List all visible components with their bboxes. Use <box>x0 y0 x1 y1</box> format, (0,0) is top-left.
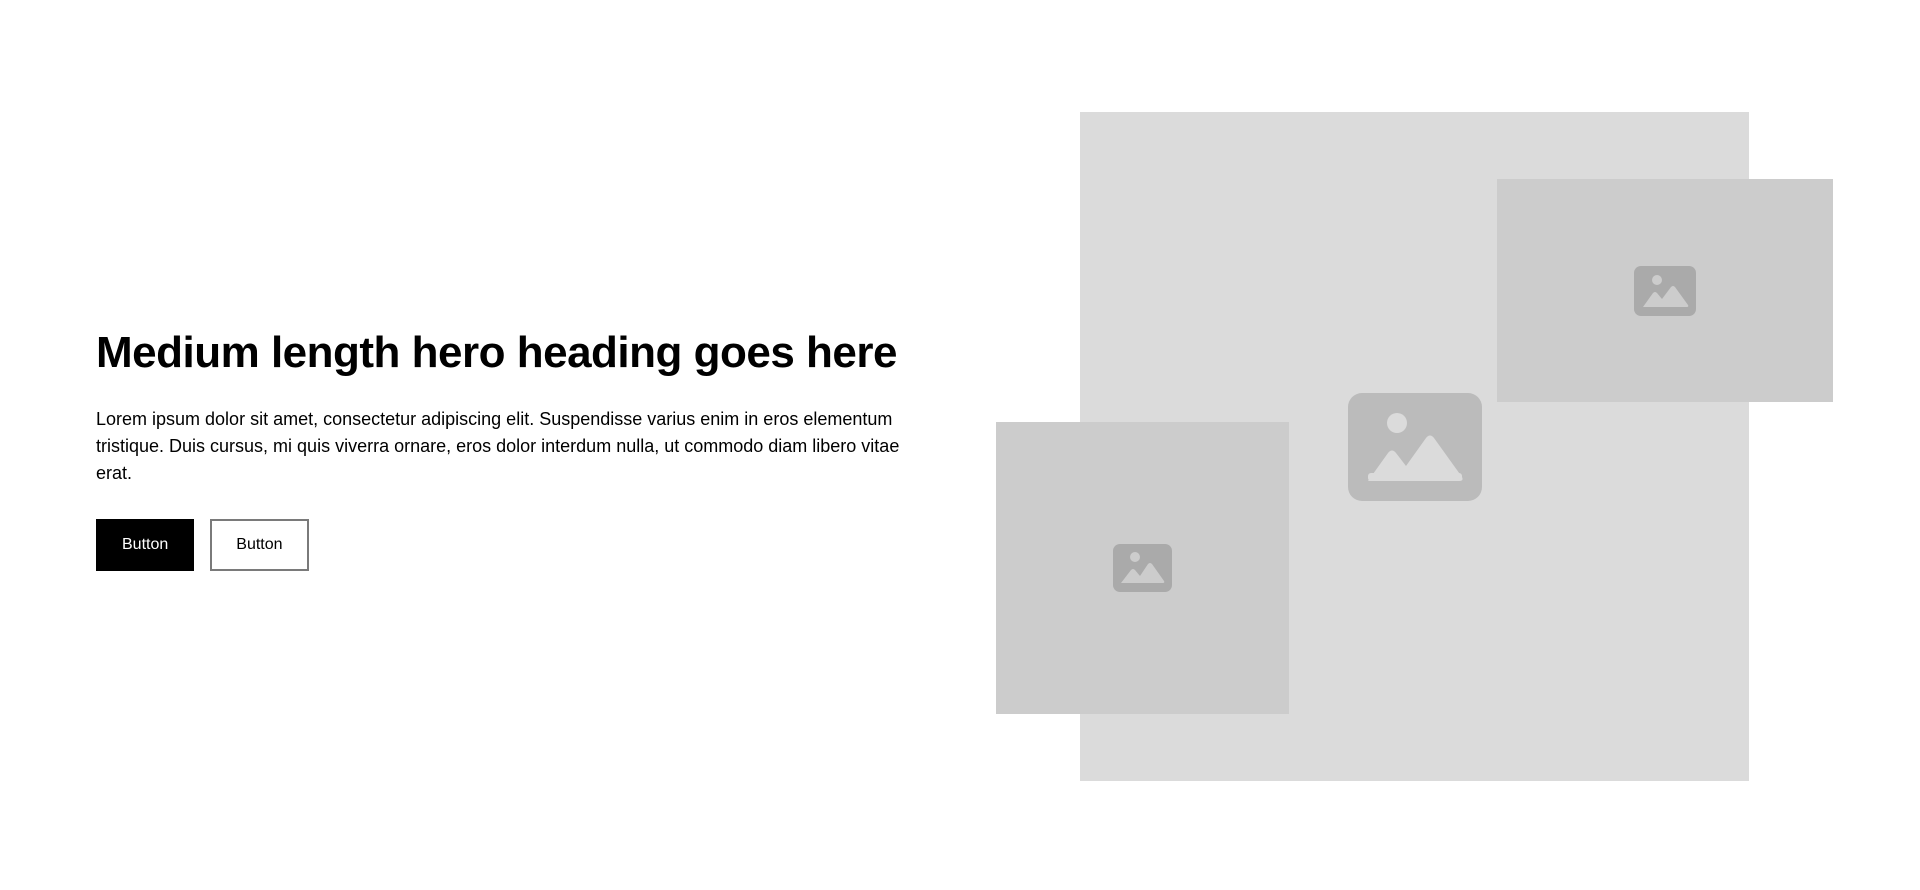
image-placeholder-icon <box>1348 393 1482 501</box>
hero-content: Medium length hero heading goes here Lor… <box>96 326 936 571</box>
secondary-button[interactable]: Button <box>210 519 309 571</box>
hero-heading: Medium length hero heading goes here <box>96 328 897 377</box>
hero-description: Lorem ipsum dolor sit amet, consectetur … <box>96 409 900 483</box>
hero-image-top-right <box>1497 179 1833 402</box>
hero-image-bottom-left <box>996 422 1289 714</box>
hero-section: Medium length hero heading goes here Lor… <box>0 0 1920 890</box>
primary-button[interactable]: Button <box>96 519 195 571</box>
hero-actions: Button Button <box>96 519 936 571</box>
image-placeholder-icon <box>1634 266 1696 316</box>
image-placeholder-icon <box>1113 544 1172 592</box>
